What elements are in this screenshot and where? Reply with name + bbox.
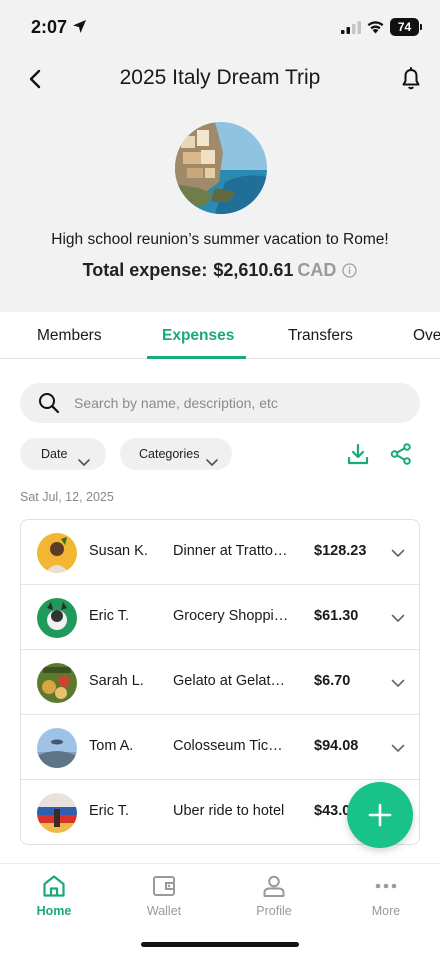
expense-description: Colosseum Tickets [173, 738, 289, 754]
page-title: 2025 Italy Dream Trip [119, 66, 321, 89]
tab-members[interactable]: Members [37, 327, 102, 345]
expense-row[interactable]: Eric T. Grocery Shopping $61.30 [21, 585, 419, 650]
add-expense-button[interactable] [347, 782, 413, 848]
wifi-icon [366, 19, 385, 39]
payer-name: Eric T. [89, 608, 130, 624]
expense-amount: $94.08 [314, 738, 359, 754]
search-input[interactable] [74, 383, 404, 423]
chevron-down-icon[interactable] [391, 611, 405, 630]
tab-expenses[interactable]: Expenses [162, 327, 234, 345]
avatar [37, 598, 77, 638]
categories-filter-label: Categories [139, 447, 200, 461]
more-icon [341, 872, 431, 900]
section-tabs: Members Expenses Transfers Ove [0, 312, 440, 359]
plus-icon [368, 803, 392, 827]
expense-amount: $6.70 [314, 673, 351, 689]
tab-overview[interactable]: Ove [413, 327, 440, 345]
expense-row[interactable]: Sarah L. Gelato at Gelateria $6.70 [21, 650, 419, 715]
share-icon[interactable] [390, 443, 412, 470]
search-icon [38, 392, 60, 419]
chevron-down-icon [78, 448, 90, 480]
expense-description: Grocery Shopping [173, 608, 289, 624]
trip-description: High school reunion’s summer vacation to… [51, 231, 389, 248]
avatar [37, 793, 77, 833]
expense-row[interactable]: Tom A. Colosseum Tickets $94.08 [21, 715, 419, 780]
cellular-signal-icon [341, 21, 361, 39]
profile-icon [229, 872, 319, 900]
expense-amount: $128.23 [314, 543, 367, 559]
download-icon[interactable] [347, 443, 369, 470]
bottom-navigation: Home Wallet Profile More [0, 863, 440, 956]
chevron-down-icon[interactable] [391, 546, 405, 565]
nav-label: Home [36, 904, 72, 918]
bell-icon [402, 67, 420, 90]
date-filter-dropdown[interactable]: Date [20, 438, 106, 470]
total-expense-amount: $2,610.61 [213, 260, 294, 280]
expense-amount: $61.30 [314, 608, 359, 624]
expense-description: Gelato at Gelateria [173, 673, 289, 689]
home-icon [9, 872, 99, 900]
chevron-down-icon [206, 448, 218, 480]
expense-description: Uber ride to hotel [173, 803, 285, 819]
battery-indicator: 74 [390, 18, 422, 36]
active-tab-indicator [147, 356, 246, 359]
wallet-icon [119, 872, 209, 900]
nav-label: More [371, 904, 401, 918]
search-bar[interactable] [20, 383, 420, 423]
chevron-left-icon [29, 69, 41, 89]
date-filter-label: Date [41, 447, 68, 461]
nav-label: Wallet [146, 904, 182, 918]
currency-code: CAD [297, 260, 337, 280]
total-expense-label: Total expense: [82, 260, 208, 280]
tab-transfers[interactable]: Transfers [288, 327, 353, 345]
location-arrow-icon [72, 19, 87, 39]
categories-filter-dropdown[interactable]: Categories [120, 438, 232, 470]
payer-name: Tom A. [89, 738, 134, 754]
expense-description: Dinner at Trattoria [173, 543, 289, 559]
nav-more[interactable]: More [341, 872, 431, 918]
avatar [37, 663, 77, 703]
status-time: 2:07 [31, 17, 68, 37]
nav-home[interactable]: Home [9, 872, 99, 918]
home-indicator [141, 942, 299, 947]
nav-label: Profile [256, 904, 292, 918]
status-bar: 2:07 74 [0, 0, 440, 56]
avatar [37, 533, 77, 573]
trip-cover-photo[interactable] [175, 122, 267, 214]
expense-row[interactable]: Susan K. Dinner at Trattoria $128.23 [21, 520, 419, 585]
date-group-header: Sat Jul, 12, 2025 [20, 490, 114, 504]
chevron-down-icon[interactable] [391, 741, 405, 760]
notifications-button[interactable] [399, 66, 423, 92]
payer-name: Sarah L. [89, 673, 144, 689]
chevron-down-icon[interactable] [391, 676, 405, 695]
avatar [37, 728, 77, 768]
back-button[interactable] [24, 66, 48, 92]
nav-profile[interactable]: Profile [229, 872, 319, 918]
payer-name: Eric T. [89, 803, 130, 819]
nav-wallet[interactable]: Wallet [119, 872, 209, 918]
total-expense: Total expense: $2,610.61 CAD [0, 260, 440, 283]
info-icon[interactable] [342, 262, 358, 283]
payer-name: Susan K. [89, 543, 148, 559]
